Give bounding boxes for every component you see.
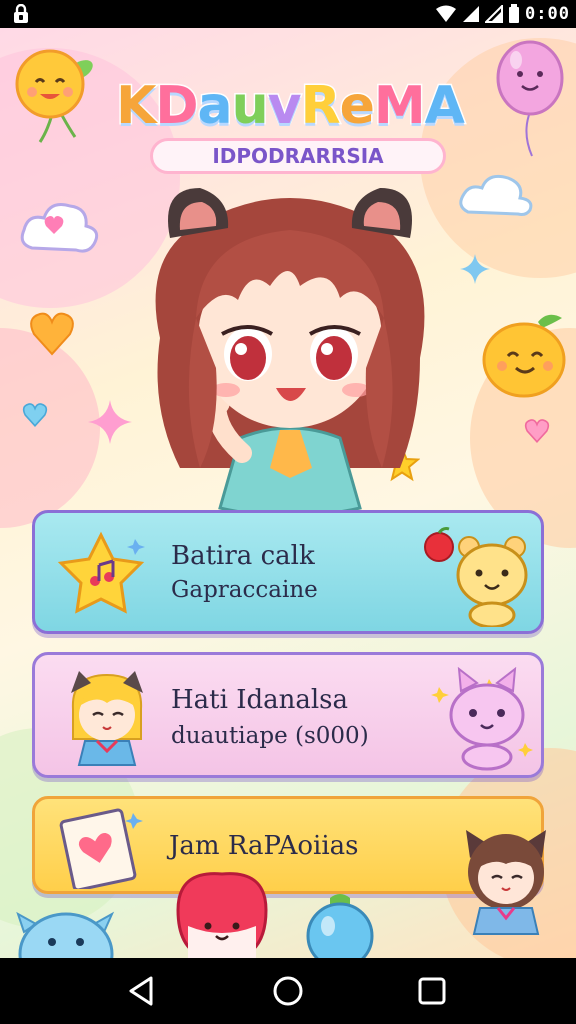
potion-icon [306,894,374,958]
back-icon[interactable] [125,974,159,1008]
home-icon[interactable] [271,974,305,1008]
logo-title: KDauvReMA [115,75,467,138]
heart-notebook-icon [59,808,143,889]
wifi-icon [436,5,457,22]
strawberry-mascot-icon [176,872,268,958]
heart-icon [524,419,550,444]
orange-mascot-icon [482,314,566,398]
signal-icon [463,6,480,22]
card-1-subtitle: Gapraccaine [171,577,318,603]
sun-mascot-icon [15,49,93,143]
sparkle-icon [460,254,490,284]
navigation-bar [0,958,576,1024]
menu-card-1[interactable]: Batira calk Gapraccaine [32,510,544,634]
bear-mascot-icon [424,527,528,627]
card-3-title: Jam RaPAoiias [169,831,359,861]
girl-avatar-icon [71,671,143,766]
recents-icon[interactable] [415,974,449,1008]
lock-icon [14,4,28,23]
signal-icon [485,5,504,23]
status-bar: 0:00 [0,0,576,28]
balloon-mascot-icon [496,40,564,157]
anime-girl-character [155,188,425,518]
blue-mascot-icon [16,911,115,958]
card-2-subtitle: duautiape (s000) [171,723,369,749]
heart-icon [22,403,48,428]
app-screen: KDauvReMA IDPODRARRSIA Batira calk Gapra… [0,28,576,958]
card-1-title: Batira calk [171,541,315,571]
heart-icon [30,312,74,356]
background-blob [0,328,100,528]
cat-mascot-icon [431,667,533,771]
girl-sticker-icon [466,830,546,935]
star-note-icon [57,531,145,614]
cloud-heart-icon [20,203,99,253]
menu-card-2[interactable]: Hati Idanalsa duautiape (s000) [32,652,544,778]
battery-icon [509,4,520,23]
clock: 0:00 [525,4,570,24]
card-2-title: Hati Idanalsa [171,685,349,715]
